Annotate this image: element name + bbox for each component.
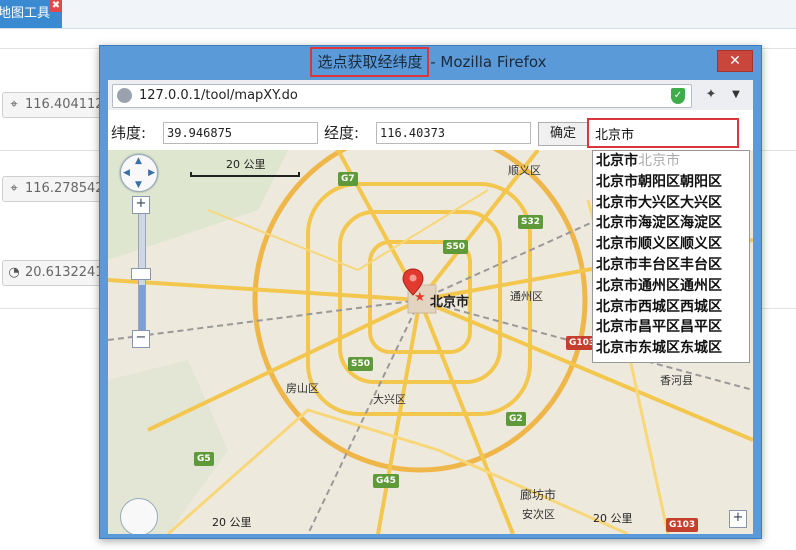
suggestion-main: 北京市: [596, 153, 638, 169]
zoom-handle[interactable]: [131, 268, 151, 280]
suggestion-item[interactable]: 北京市北京市: [593, 151, 749, 172]
location-icon: ⌖: [10, 181, 18, 196]
suggestion-sub: 海淀区海淀区: [638, 215, 722, 232]
suggestion-item[interactable]: 北京市海淀区海淀区: [593, 213, 749, 234]
map-label-beijing: 北京市: [430, 295, 470, 310]
location-icon: ⌖: [10, 97, 18, 112]
close-icon[interactable]: ✖: [50, 0, 62, 12]
road-shield-g2: G2: [506, 412, 526, 426]
window-title: 选点获取经纬度 - Mozilla Firefox: [100, 46, 761, 78]
suggestion-item[interactable]: 北京市昌平区昌平区: [593, 317, 749, 338]
suggestion-sub: 北京市: [638, 153, 680, 169]
road-shield-g103: G103: [666, 518, 699, 532]
suggestion-item[interactable]: 北京市朝阳区朝阳区: [593, 172, 749, 193]
background-tabbar: 地图工具 ✖: [0, 0, 796, 29]
page-content: 纬度: 39.946875 经度: 116.40373 确定 北京市 ▲ ▼ ◀…: [108, 110, 753, 534]
suggestion-sub: 通州区通州区: [638, 277, 722, 294]
suggestion-sub: 大兴区大兴区: [638, 194, 722, 211]
zoom-in-button[interactable]: +: [132, 196, 150, 214]
suggestion-item[interactable]: 北京市大兴区大兴区: [593, 193, 749, 214]
pan-control-bottom[interactable]: [120, 498, 158, 534]
close-icon: ✕: [729, 53, 741, 69]
suggestion-sub: 昌平区昌平区: [638, 319, 722, 336]
suggestion-item[interactable]: 北京市西城区西城区: [593, 297, 749, 318]
url-text: 127.0.0.1/tool/mapXY.do: [139, 88, 298, 103]
road-shield-g5: G5: [194, 452, 214, 466]
road-shield-s50: S50: [348, 357, 374, 371]
map-label-daxing: 大兴区: [373, 393, 406, 406]
tab-map-tool[interactable]: 地图工具 ✖: [0, 0, 62, 28]
map-label-tongzhou: 通州区: [510, 290, 543, 303]
chevron-down-icon[interactable]: ▼: [728, 86, 744, 104]
zoom-out-button[interactable]: −: [132, 330, 150, 348]
coordinate-field[interactable]: ◔ 20.6132241: [2, 260, 108, 286]
shield-check-icon[interactable]: ✓: [671, 88, 685, 104]
search-value: 北京市: [595, 128, 635, 143]
suggestion-sub: 朝阳区朝阳区: [638, 173, 722, 190]
map-label-xianghe: 香河县: [660, 374, 693, 387]
close-button[interactable]: ✕: [717, 50, 753, 72]
latitude-label: 纬度:: [111, 124, 147, 142]
gauge-icon: ◔: [8, 265, 20, 280]
map-label-langfang: 廊坊市: [520, 488, 557, 502]
expand-button[interactable]: +: [729, 510, 747, 528]
longitude-label: 经度:: [324, 124, 360, 142]
capital-star-icon: ★: [414, 290, 426, 305]
suggestion-sub: 东城区东城区: [638, 340, 722, 357]
road-shield-g45: G45: [373, 474, 399, 488]
latitude-input[interactable]: 39.946875: [163, 122, 318, 144]
globe-icon: [117, 88, 132, 103]
extension-icon[interactable]: ✦: [700, 86, 722, 104]
suggestion-sub: 西城区西城区: [638, 298, 722, 315]
firefox-window: 选点获取经纬度 - Mozilla Firefox ✕ 127.0.0.1/to…: [99, 45, 762, 539]
suggestion-sub: 丰台区丰台区: [638, 256, 722, 273]
longitude-input[interactable]: 116.40373: [376, 122, 531, 144]
suggestion-main: 北京市: [596, 298, 638, 315]
url-bar[interactable]: 127.0.0.1/tool/mapXY.do ✓: [112, 84, 692, 108]
suggestion-main: 北京市: [596, 173, 638, 190]
suggestion-main: 北京市: [596, 194, 638, 211]
suggestion-item[interactable]: 北京市顺义区顺义区: [593, 234, 749, 255]
road-shield-g7: G7: [338, 172, 358, 186]
pan-control[interactable]: ▲ ▼ ◀ ▶: [120, 154, 158, 192]
navigation-bar: 127.0.0.1/tool/mapXY.do ✓ ✦ ▼: [108, 80, 753, 110]
suggestion-item[interactable]: 北京市通州区通州区: [593, 276, 749, 297]
road-shield-s50: S50: [443, 240, 469, 254]
suggestion-item[interactable]: 北京市东城区东城区: [593, 338, 749, 359]
suggestion-main: 北京市: [596, 319, 638, 336]
window-title-highlight: 选点获取经纬度: [310, 47, 430, 77]
map-label-anci: 安次区: [522, 508, 555, 521]
confirm-button[interactable]: 确定: [538, 122, 588, 146]
search-input[interactable]: 北京市: [587, 118, 739, 148]
coordinate-field[interactable]: ⌖ 116.404112: [2, 92, 108, 118]
suggestion-main: 北京市: [596, 236, 638, 253]
search-suggestions: 北京市北京市 北京市朝阳区朝阳区 北京市大兴区大兴区 北京市海淀区海淀区 北京市顺义区顺…: [592, 150, 750, 363]
window-title-app: - Mozilla Firefox: [425, 53, 547, 71]
suggestion-main: 北京市: [596, 256, 638, 273]
coordinate-field[interactable]: ⌖ 116.278542: [2, 176, 108, 202]
suggestion-main: 北京市: [596, 215, 638, 232]
suggestion-item[interactable]: 北京市丰台区丰台区: [593, 255, 749, 276]
tab-label: 地图工具: [0, 6, 51, 21]
road-shield-s32: S32: [518, 215, 544, 229]
suggestion-main: 北京市: [596, 277, 638, 294]
scale-bar-bottom-left: 20 公里: [212, 516, 252, 529]
map-label-shunyi: 顺义区: [508, 164, 541, 177]
map-label-fangshan: 房山区: [286, 382, 319, 395]
coordinate-form: 纬度: 39.946875 经度: 116.40373 确定 北京市: [108, 110, 753, 150]
suggestion-main: 北京市: [596, 340, 638, 357]
suggestion-sub: 顺义区顺义区: [638, 236, 722, 253]
